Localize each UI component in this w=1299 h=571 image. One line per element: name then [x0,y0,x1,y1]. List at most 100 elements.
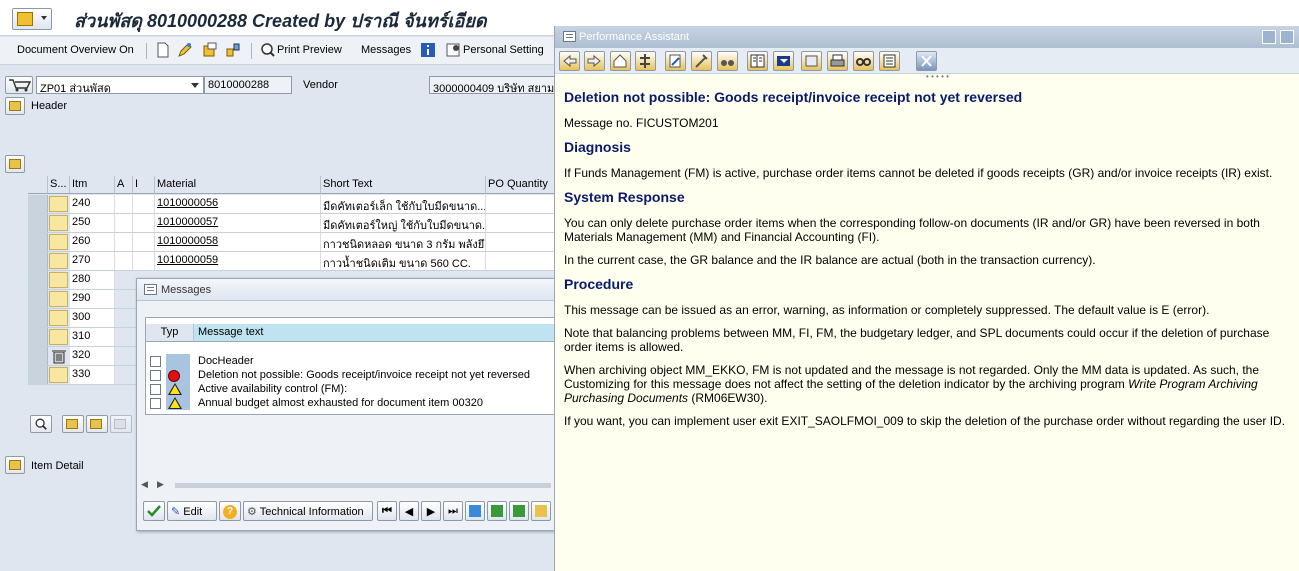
maximize-icon[interactable] [1280,30,1294,44]
row-selector[interactable] [28,271,48,289]
row-selector[interactable] [28,214,48,232]
edit-text-button[interactable] [665,51,686,71]
scroll-right-icon[interactable]: ▶ [157,479,164,490]
document-type-select[interactable]: ZP01 ส่วนพัสดุ [36,76,204,94]
edit-pen-icon[interactable] [177,42,193,58]
table-row[interactable]: 240 1010000056 มีดคัทเตอร์เล็ก ใช้กับใบมีด… [28,195,558,214]
row-selector[interactable] [28,195,48,213]
row-selector[interactable] [28,233,48,251]
edit-button[interactable]: ✎ Edit [167,501,217,521]
hold-icon[interactable] [225,42,241,58]
find-button[interactable] [717,51,738,71]
table-row[interactable]: 260 1010000058 กาวชนิดหลอด ขนาด 3 กรัม พลั… [28,233,558,252]
short-text-cell[interactable]: มีดคัทเตอร์เล็ก ใช้กับใบมีดขนาด... [321,195,486,213]
item-cell[interactable]: 290 [70,290,115,308]
print-preview-button[interactable]: Print Preview [277,44,342,56]
structure-button[interactable] [635,51,656,71]
help-button[interactable]: ? [219,501,241,521]
item-cell[interactable]: 240 [70,195,115,213]
item-cell[interactable]: 250 [70,214,115,232]
system-menu-icon[interactable] [12,8,52,30]
sort-descending-button[interactable] [509,501,529,521]
row-selector[interactable] [28,347,48,365]
continue-button[interactable] [143,501,165,521]
item-cell[interactable]: 300 [70,309,115,327]
column-header-po-quantity[interactable]: PO Quantity [486,176,558,194]
export-button[interactable] [531,501,551,521]
short-text-cell[interactable]: กาวชนิดหลอด ขนาด 3 กรัม พลังยึ... [321,233,486,251]
row-selector[interactable] [28,309,48,327]
row-selector[interactable] [28,290,48,308]
column-header-material[interactable]: Material [155,176,321,194]
short-text-cell[interactable]: กาวน้ำชนิดเติม ขนาด 560 CC. [321,252,486,270]
delete-item-button[interactable] [110,415,132,433]
print-button[interactable] [827,51,848,71]
item-cell[interactable]: 270 [70,252,115,270]
overview-toggle-button[interactable] [5,155,25,173]
deselect-all-button[interactable] [86,415,108,433]
select-all-button[interactable] [62,415,84,433]
row-selector[interactable] [28,252,48,270]
table-row[interactable]: 250 1010000057 มีดคัทเตอร์ใหญ่ ใช้กับใบมีด… [28,214,558,233]
material-link[interactable]: 1010000059 [155,252,321,270]
message-row[interactable]: DocHeader [146,355,558,369]
item-cell[interactable]: 330 [70,366,115,384]
last-page-button[interactable]: ⏭ [443,501,463,521]
column-header-i[interactable]: I [133,176,155,194]
item-cell[interactable]: 280 [70,271,115,289]
message-row[interactable]: Annual budget almost exhausted for docum… [146,397,558,411]
po-quantity-cell[interactable] [486,214,558,232]
material-link[interactable]: 1010000056 [155,195,321,213]
po-quantity-cell[interactable] [486,195,558,213]
row-checkbox[interactable] [150,384,161,395]
close-button[interactable] [916,51,937,71]
first-page-button[interactable]: ⏮ [377,501,397,521]
column-header-status[interactable]: S... [48,176,70,194]
personal-setting-icon[interactable] [446,42,462,58]
material-link[interactable]: 1010000057 [155,214,321,232]
next-page-button[interactable]: ▶ [421,501,441,521]
home-button[interactable] [610,51,631,71]
item-cell[interactable]: 310 [70,328,115,346]
header-expand-button[interactable] [5,97,25,115]
row-selector[interactable] [28,328,48,346]
table-row[interactable]: 270 1010000059 กาวน้ำชนิดเติม ขนาด 560 CC. [28,252,558,271]
scroll-left-icon[interactable]: ◀ [141,479,148,490]
messages-button[interactable]: Messages [361,44,411,56]
filter-button[interactable] [465,501,485,521]
previous-page-button[interactable]: ◀ [399,501,419,521]
column-header-item[interactable]: Itm [70,176,115,194]
minimize-icon[interactable] [1262,30,1276,44]
cart-icon[interactable] [5,76,33,94]
document-overview-button[interactable]: Document Overview On [17,44,134,56]
row-checkbox[interactable] [150,398,161,409]
row-selector[interactable] [28,366,48,384]
info-icon[interactable] [420,42,436,58]
table-of-contents-button[interactable] [747,51,768,71]
item-detail-expand-button[interactable] [5,456,25,474]
glossary-button[interactable] [773,51,794,71]
other-document-icon[interactable] [202,42,218,58]
horizontal-scrollbar[interactable]: ◀ ▶ [141,479,553,491]
column-header-typ[interactable]: Typ [146,324,194,342]
technical-information-button[interactable]: ⚙ Technical Information [243,501,373,521]
sort-ascending-button[interactable] [487,501,507,521]
column-header-message-text[interactable]: Message text [194,324,558,342]
personal-setting-button[interactable]: Personal Setting [463,44,544,56]
column-header-a[interactable]: A [115,176,133,194]
material-link[interactable]: 1010000058 [155,233,321,251]
message-row[interactable]: Deletion not possible: Goods receipt/inv… [146,369,558,383]
settings-button[interactable] [801,51,822,71]
po-quantity-cell[interactable] [486,233,558,251]
new-document-icon[interactable] [155,42,171,58]
short-text-cell[interactable]: มีดคัทเตอร์ใหญ่ ใช้กับใบมีดขนาด... [321,214,486,232]
message-row[interactable]: Active availability control (FM): [146,383,558,397]
details-button[interactable] [30,415,52,433]
item-cell[interactable]: 260 [70,233,115,251]
search-button[interactable] [853,51,874,71]
notes-button[interactable] [879,51,900,71]
po-quantity-cell[interactable] [486,252,558,270]
row-checkbox[interactable] [150,356,161,367]
select-all-column[interactable] [28,176,48,194]
vendor-field[interactable]: 3000000409 บริษัท สยามก [429,76,560,94]
